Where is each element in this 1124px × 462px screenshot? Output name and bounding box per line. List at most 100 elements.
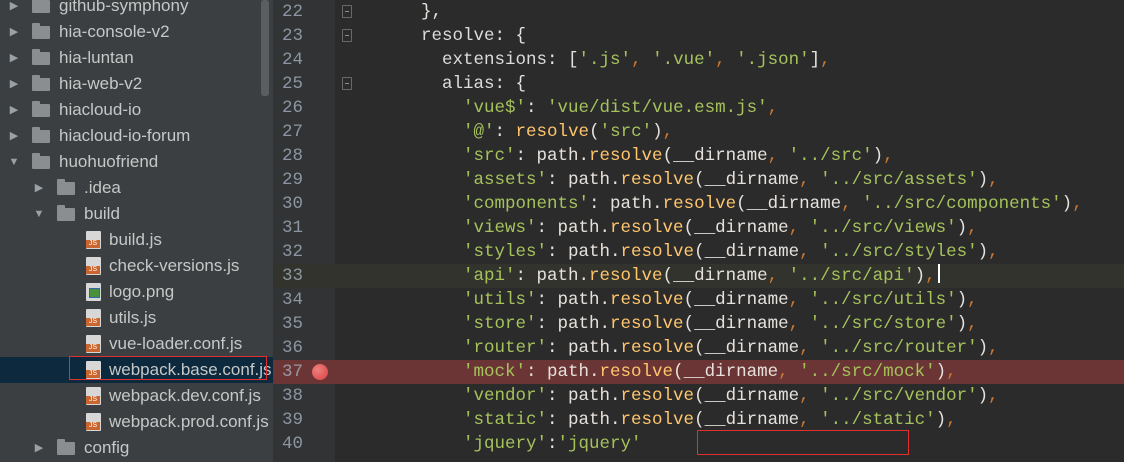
tree-item-label: webpack.base.conf.js: [109, 360, 272, 379]
code-line[interactable]: 23 resolve: {: [273, 24, 1124, 48]
code-token: ,: [799, 242, 821, 262]
tree-item[interactable]: ▶ hia-console-v2: [0, 19, 273, 45]
expand-arrow-right-icon[interactable]: ▶: [8, 19, 20, 45]
expand-arrow-right-icon[interactable]: ▶: [8, 45, 20, 71]
tree-item[interactable]: JS check-versions.js: [0, 253, 273, 279]
code-editor[interactable]: 22 }, 23 resolve: {24 extensions: ['.js',…: [273, 0, 1124, 462]
code-token: ]: [809, 50, 821, 70]
code-token: ): [977, 242, 989, 262]
code-token: resolve: [620, 170, 695, 190]
code-token: '../src/styles': [820, 242, 978, 262]
js-file-icon: JS: [86, 361, 101, 379]
code-line[interactable]: 25 alias: {: [273, 72, 1124, 96]
tree-item[interactable]: ▼ build: [0, 201, 273, 227]
code-line[interactable]: 31 'views': path.resolve(__dirname, '../…: [273, 216, 1124, 240]
code-token: ,: [967, 314, 978, 334]
code-token: ,: [662, 122, 674, 142]
code-token: (: [589, 122, 600, 142]
code-token: '../src/components': [862, 194, 1062, 214]
expand-arrow-right-icon[interactable]: ▶: [8, 71, 20, 97]
tree-item-label: github-symphony: [59, 0, 189, 15]
tree-item-label: huohuofriend: [59, 152, 159, 171]
code-token: ): [1061, 194, 1073, 214]
code-text: '@': resolve('src'),: [379, 120, 673, 144]
code-line[interactable]: 33 'api': path.resolve(__dirname, '../sr…: [273, 264, 1124, 288]
code-token: ,: [767, 146, 789, 166]
code-line[interactable]: 38 'vendor': path.resolve(__dirname, '..…: [273, 384, 1124, 408]
tree-item[interactable]: ▶ hia-web-v2: [0, 71, 273, 97]
code-text: },: [379, 0, 442, 24]
tree-item[interactable]: JS utils.js: [0, 305, 273, 331]
code-token: (__dirname: [694, 242, 800, 262]
code-token: ,: [631, 50, 653, 70]
code-line[interactable]: 37 'mock': path.resolve(__dirname, '../s…: [273, 360, 1124, 384]
code-token: ,: [715, 50, 737, 70]
expand-arrow-right-icon[interactable]: ▶: [8, 0, 20, 19]
line-number: 38: [281, 386, 303, 406]
code-line[interactable]: 28 'src': path.resolve(__dirname, '../sr…: [273, 144, 1124, 168]
tree-item[interactable]: JS webpack.prod.conf.js: [0, 409, 273, 435]
tree-item[interactable]: ▶ hiacloud-io: [0, 97, 273, 123]
code-line[interactable]: 40 'jquery':'jquery': [273, 432, 1124, 456]
code-line[interactable]: 35 'store': path.resolve(__dirname, '../…: [273, 312, 1124, 336]
js-badge: JS: [86, 266, 100, 274]
code-token: (__dirname: [662, 266, 768, 286]
code-text: 'vendor': path.resolve(__dirname, '../sr…: [379, 384, 999, 408]
expand-arrow-right-icon[interactable]: ▶: [8, 123, 20, 149]
code-token: ,: [1072, 194, 1083, 214]
code-line[interactable]: 39 'static': path.resolve(__dirname, '..…: [273, 408, 1124, 432]
code-token: ,: [767, 266, 789, 286]
code-text: 'utils': path.resolve(__dirname, '../src…: [379, 288, 978, 312]
expand-arrow-right-icon[interactable]: ▶: [33, 435, 45, 461]
tree-item[interactable]: JS webpack.dev.conf.js: [0, 383, 273, 409]
expand-arrow-right-icon[interactable]: ▶: [8, 97, 20, 123]
code-token: ): [872, 146, 884, 166]
tree-item[interactable]: ▶ config: [0, 435, 273, 461]
expand-arrow-down-icon[interactable]: ▼: [33, 201, 45, 227]
code-line[interactable]: 30 'components': path.resolve(__dirname,…: [273, 192, 1124, 216]
tree-item[interactable]: ▶ hia-luntan: [0, 45, 273, 71]
code-token: '../src/router': [820, 338, 978, 358]
code-line[interactable]: 24 extensions: ['.js', '.vue', '.json'],: [273, 48, 1124, 72]
code-line[interactable]: 26 'vue$': 'vue/dist/vue.esm.js',: [273, 96, 1124, 120]
tree-item[interactable]: ▶ .idea: [0, 175, 273, 201]
line-number: 27: [281, 122, 303, 142]
code-line[interactable]: 22 },: [273, 0, 1124, 24]
tree-item-label: utils.js: [109, 308, 157, 327]
tree-item[interactable]: logo.png: [0, 279, 273, 305]
js-badge: JS: [86, 396, 100, 404]
expand-arrow-right-icon[interactable]: ▶: [33, 175, 45, 201]
fold-toggle-icon[interactable]: [342, 77, 352, 90]
code-token: ,: [967, 290, 978, 310]
code-line[interactable]: 29 'assets': path.resolve(__dirname, '..…: [273, 168, 1124, 192]
code-line[interactable]: 27 '@': resolve('src'),: [273, 120, 1124, 144]
code-line[interactable]: 32 'styles': path.resolve(__dirname, '..…: [273, 240, 1124, 264]
fold-toggle-icon[interactable]: [342, 5, 352, 18]
code-token: ,: [988, 242, 999, 262]
code-token: 'api': [379, 266, 516, 286]
expand-arrow-down-icon[interactable]: ▼: [8, 149, 20, 175]
code-token: : {: [494, 26, 527, 46]
tree-item[interactable]: JS webpack.base.conf.js: [0, 357, 273, 383]
code-text: resolve: {: [379, 24, 526, 48]
tree-item[interactable]: ▶ hiacloud-io-forum: [0, 123, 273, 149]
line-number: 25: [281, 74, 303, 94]
code-token: (__dirname: [683, 314, 789, 334]
tree-item[interactable]: ▼ huohuofriend: [0, 149, 273, 175]
breakpoint-icon[interactable]: [312, 364, 328, 380]
code-token: 'styles': [379, 242, 548, 262]
project-tree: ▶ github-symphony ▶ hia-console-v2 ▶ hia-lunt…: [0, 0, 273, 462]
code-line[interactable]: 36 'router': path.resolve(__dirname, '..…: [273, 336, 1124, 360]
fold-toggle-icon[interactable]: [342, 29, 352, 42]
ide-window: ▶ github-symphony ▶ hia-console-v2 ▶ hia-lunt…: [0, 0, 1124, 462]
code-line[interactable]: 34 'utils': path.resolve(__dirname, '../…: [273, 288, 1124, 312]
tree-item[interactable]: ▶ github-symphony: [0, 0, 273, 19]
code-token: '../src/mock': [799, 362, 936, 382]
code-token: : path.: [547, 410, 621, 430]
js-file-icon: JS: [86, 257, 101, 275]
code-token: ): [935, 410, 947, 430]
code-token: '@': [379, 122, 495, 142]
code-token: (__dirname: [662, 146, 768, 166]
tree-item[interactable]: JS vue-loader.conf.js: [0, 331, 273, 357]
tree-item[interactable]: JS build.js: [0, 227, 273, 253]
